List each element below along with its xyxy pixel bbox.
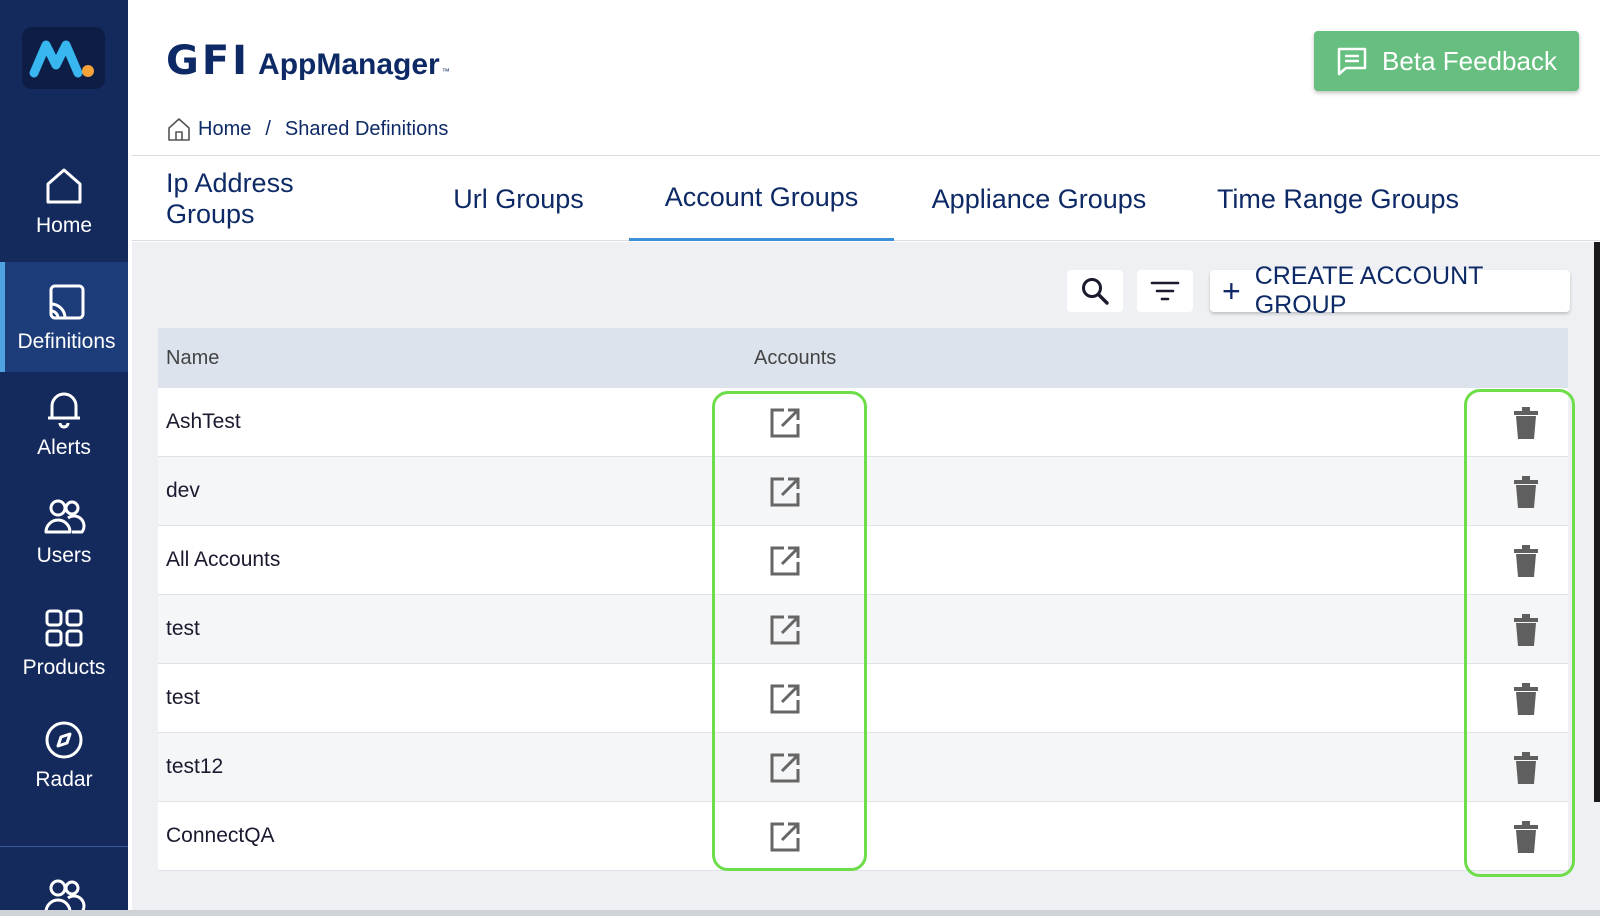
sidebar-item-label: Definitions bbox=[17, 330, 116, 353]
trash-icon[interactable] bbox=[1511, 406, 1541, 440]
header-divider bbox=[132, 155, 1600, 156]
sidebar-item-label: Alerts bbox=[37, 436, 91, 459]
sidebar-item-radar[interactable]: Radar bbox=[0, 700, 128, 810]
tab-url-groups[interactable]: Url Groups bbox=[446, 157, 591, 241]
table-row[interactable]: test12 bbox=[158, 733, 1568, 802]
create-account-group-button[interactable]: + CREATE ACCOUNT GROUP bbox=[1210, 262, 1570, 319]
breadcrumb: Home / Shared Definitions bbox=[166, 116, 448, 142]
bell-icon bbox=[48, 392, 80, 429]
tab-ip-address-groups[interactable]: Ip Address Groups bbox=[166, 157, 386, 241]
sidebar-item-label: Home bbox=[35, 214, 93, 237]
users-icon bbox=[44, 499, 86, 534]
table-header: Name Accounts bbox=[158, 328, 1568, 388]
brand-trademark: ™ bbox=[441, 67, 450, 76]
breadcrumb-current: Shared Definitions bbox=[284, 117, 449, 140]
filter-button[interactable] bbox=[1137, 270, 1193, 312]
create-account-group-label: CREATE ACCOUNT GROUP bbox=[1254, 262, 1483, 319]
feedback-icon bbox=[1337, 47, 1367, 76]
column-header-name[interactable]: Name bbox=[166, 347, 219, 370]
table-row[interactable]: All Accounts bbox=[158, 526, 1568, 595]
sidebar-item-users[interactable]: Users bbox=[0, 476, 128, 586]
open-in-new-icon[interactable] bbox=[768, 613, 802, 647]
table-row[interactable]: AshTest bbox=[158, 388, 1568, 457]
beta-feedback-label: Beta Feedback bbox=[1382, 45, 1557, 76]
beta-feedback-button[interactable]: Beta Feedback bbox=[1314, 31, 1579, 91]
search-icon bbox=[1082, 278, 1109, 305]
tab-bar: Ip Address Groups Url Groups Account Gro… bbox=[132, 157, 1600, 241]
plus-icon: + bbox=[1222, 273, 1241, 309]
app-logo[interactable] bbox=[22, 27, 105, 89]
open-in-new-icon[interactable] bbox=[768, 406, 802, 440]
open-in-new-icon[interactable] bbox=[768, 475, 802, 509]
home-icon bbox=[168, 118, 190, 141]
brand-gfi: GFI bbox=[166, 38, 251, 84]
sidebar-item-products[interactable]: Products bbox=[0, 588, 128, 698]
table-row[interactable]: ConnectQA bbox=[158, 802, 1568, 871]
sidebar-item-label: Users bbox=[36, 544, 92, 567]
grid-icon bbox=[45, 609, 83, 647]
breadcrumb-home-link[interactable]: Home bbox=[198, 118, 251, 141]
brand-logo: GFI AppManager ™ bbox=[166, 38, 450, 84]
sidebar-item-home[interactable]: Home bbox=[0, 146, 128, 256]
open-in-new-icon[interactable] bbox=[768, 820, 802, 854]
row-name: test bbox=[166, 617, 200, 640]
search-button[interactable] bbox=[1067, 270, 1123, 312]
column-header-accounts: Accounts bbox=[754, 346, 837, 369]
trash-icon[interactable] bbox=[1511, 613, 1541, 647]
row-name: dev bbox=[166, 479, 200, 502]
account-groups-table: Name Accounts AshTest dev All Accounts test… bbox=[158, 328, 1568, 871]
trash-icon[interactable] bbox=[1511, 544, 1541, 578]
trash-icon[interactable] bbox=[1511, 820, 1541, 854]
sidebar-item-label: Radar bbox=[35, 768, 93, 791]
row-name: All Accounts bbox=[166, 548, 281, 571]
row-name: test bbox=[166, 686, 200, 709]
compass-icon bbox=[45, 721, 83, 759]
sidebar-divider bbox=[0, 846, 128, 847]
row-name: test12 bbox=[166, 755, 224, 778]
open-in-new-icon[interactable] bbox=[768, 682, 802, 716]
tab-account-groups[interactable]: Account Groups bbox=[629, 157, 894, 241]
cast-icon bbox=[49, 284, 84, 320]
sidebar-item-label: Products bbox=[22, 656, 106, 679]
brand-app-name: AppManager bbox=[258, 48, 440, 81]
trash-icon[interactable] bbox=[1511, 751, 1541, 785]
row-name: AshTest bbox=[166, 410, 241, 433]
trash-icon[interactable] bbox=[1511, 682, 1541, 716]
sidebar-item-alerts[interactable]: Alerts bbox=[0, 368, 128, 478]
table-row[interactable]: dev bbox=[158, 457, 1568, 526]
sidebar: Home Definitions Alerts Users Products R… bbox=[0, 0, 128, 916]
row-name: ConnectQA bbox=[166, 824, 275, 847]
filter-icon bbox=[1150, 281, 1180, 301]
table-row[interactable]: test bbox=[158, 595, 1568, 664]
tab-appliance-groups[interactable]: Appliance Groups bbox=[928, 157, 1150, 241]
breadcrumb-separator: / bbox=[265, 117, 271, 140]
trash-icon[interactable] bbox=[1511, 475, 1541, 509]
sidebar-item-definitions[interactable]: Definitions bbox=[0, 262, 128, 372]
home-icon bbox=[46, 168, 82, 204]
tab-time-range-groups[interactable]: Time Range Groups bbox=[1214, 157, 1462, 241]
window-bottom-edge bbox=[0, 910, 1600, 916]
scrollbar[interactable] bbox=[1594, 242, 1600, 802]
open-in-new-icon[interactable] bbox=[768, 751, 802, 785]
table-row[interactable]: test bbox=[158, 664, 1568, 733]
open-in-new-icon[interactable] bbox=[768, 544, 802, 578]
